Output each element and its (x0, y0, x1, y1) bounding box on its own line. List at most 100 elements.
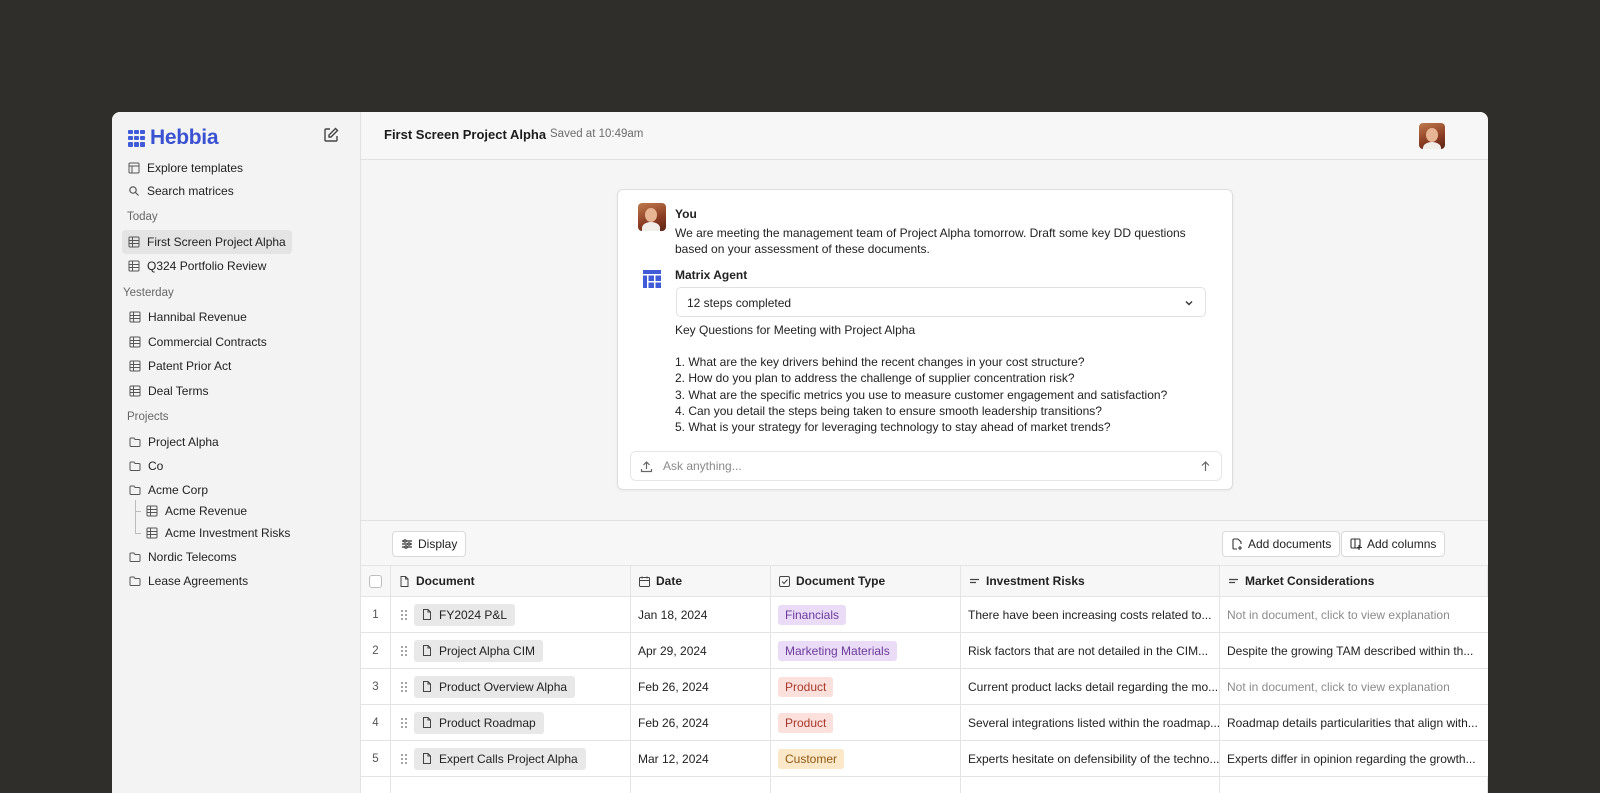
matrix-icon (128, 236, 140, 248)
drag-handle-icon[interactable] (400, 753, 408, 765)
market-considerations-cell[interactable]: Roadmap details particularities that ali… (1220, 705, 1488, 740)
sidebar-item-q324-portfolio-review[interactable]: Q324 Portfolio Review (122, 254, 272, 278)
document-chip[interactable]: Expert Calls Project Alpha (414, 747, 586, 770)
market-considerations-cell[interactable]: Not in document, click to view explanati… (1220, 597, 1488, 632)
document-type-cell[interactable]: Customer (771, 741, 961, 776)
sidebar-item-label: Acme Corp (148, 483, 209, 497)
date-cell[interactable]: Feb 26, 2024 (631, 669, 771, 704)
investment-risks-cell[interactable]: Current product lacks detail regarding t… (961, 669, 1220, 704)
answer-item: 2. How do you plan to address the challe… (675, 371, 1075, 386)
sidebar-item-acme-revenue[interactable]: Acme Revenue (140, 499, 253, 523)
document-type-cell[interactable]: Product (771, 705, 961, 740)
tree-connector (135, 500, 136, 533)
search-icon (129, 186, 139, 196)
row-number: 3 (361, 669, 391, 704)
sidebar-item-co[interactable]: Co (123, 454, 169, 478)
table-header-row: Document Date Document Type Investment Risk… (361, 565, 1488, 597)
document-type-cell[interactable]: Financials (771, 597, 961, 632)
drag-handle-icon[interactable] (400, 645, 408, 657)
drag-handle-icon[interactable] (400, 717, 408, 729)
drag-handle-icon[interactable] (400, 609, 408, 621)
sidebar-item-acme-investment-risks[interactable]: Acme Investment Risks (140, 521, 296, 545)
document-chip[interactable]: Product Roadmap (414, 711, 544, 734)
new-matrix-icon[interactable] (322, 126, 340, 144)
document-name: Product Roadmap (439, 715, 536, 730)
text-column-icon (1229, 578, 1238, 583)
folder-icon (129, 437, 141, 447)
matrix-icon (129, 385, 141, 397)
select-all-checkbox[interactable] (369, 574, 382, 588)
drag-handle-icon[interactable] (400, 681, 408, 693)
document-type-cell[interactable]: Product (771, 669, 961, 704)
empty-cell (961, 777, 1220, 793)
investment-risks-cell[interactable]: Risk factors that are not detailed in th… (961, 633, 1220, 668)
date-cell[interactable]: Feb 26, 2024 (631, 705, 771, 740)
ask-box (630, 451, 1222, 481)
column-header-market-considerations[interactable]: Market Considerations (1220, 566, 1488, 596)
table-row[interactable]: 1 FY2024 P&L Jan 18, 2024 Financials There h… (361, 597, 1488, 633)
add-documents-label: Add documents (1248, 537, 1332, 551)
column-header-label: Document (416, 574, 475, 588)
sidebar-item-label: Project Alpha (148, 435, 219, 449)
table-row[interactable] (361, 777, 1488, 793)
sidebar-item-commercial-contracts[interactable]: Commercial Contracts (123, 330, 273, 354)
sidebar-item-lease-agreements[interactable]: Lease Agreements (123, 569, 254, 593)
column-header-date[interactable]: Date (631, 566, 771, 596)
date-cell[interactable]: Mar 12, 2024 (631, 741, 771, 776)
add-column-icon (1350, 538, 1362, 550)
sidebar-section-today: Today (127, 211, 158, 223)
document-chip[interactable]: FY2024 P&L (414, 603, 516, 626)
empty-cell (631, 777, 771, 793)
sidebar-item-first-screen-project-alpha[interactable]: First Screen Project Alpha (122, 230, 292, 254)
agent-name: Matrix Agent (675, 268, 748, 282)
table-row[interactable]: 2 Project Alpha CIM Apr 29, 2024 Marketing … (361, 633, 1488, 669)
user-avatar[interactable] (1419, 123, 1445, 149)
document-icon (423, 681, 431, 692)
column-header-document-type[interactable]: Document Type (771, 566, 961, 596)
sidebar-item-search-matrices[interactable]: Search matrices (122, 179, 240, 203)
answer-item: 3. What are the specific metrics you use… (675, 387, 1168, 402)
investment-risks-cell[interactable]: There have been increasing costs related… (961, 597, 1220, 632)
document-chip[interactable]: Product Overview Alpha (414, 675, 576, 698)
market-considerations-cell[interactable]: Despite the growing TAM described within… (1220, 633, 1488, 668)
table-row[interactable]: 4 Product Roadmap Feb 26, 2024 Product Sever… (361, 705, 1488, 741)
checkbox-column-icon (779, 575, 790, 587)
document-chip[interactable]: Project Alpha CIM (414, 639, 544, 662)
investment-risks-cell[interactable]: Experts hesitate on defensibility of the… (961, 741, 1220, 776)
sidebar-item-label: Deal Terms (148, 384, 209, 398)
document-name: Expert Calls Project Alpha (439, 751, 578, 766)
column-header-document[interactable]: Document (391, 566, 631, 596)
market-considerations-cell[interactable]: Not in document, click to view explanati… (1220, 669, 1488, 704)
column-header-investment-risks[interactable]: Investment Risks (961, 566, 1220, 596)
empty-cell (361, 777, 391, 793)
sidebar-item-label: Commercial Contracts (148, 335, 267, 349)
document-type-cell[interactable]: Marketing Materials (771, 633, 961, 668)
sidebar-item-nordic-telecoms[interactable]: Nordic Telecoms (123, 545, 242, 569)
brand-logo[interactable]: Hebbia (128, 126, 219, 150)
chevron-down-icon (1185, 301, 1193, 306)
sidebar-item-hannibal-revenue[interactable]: Hannibal Revenue (123, 305, 253, 329)
sidebar-item-explore-templates[interactable]: Explore templates (122, 156, 249, 180)
matrix-icon (146, 527, 158, 539)
column-header-label: Date (656, 574, 683, 588)
investment-risks-cell[interactable]: Several integrations listed within the r… (961, 705, 1220, 740)
sidebar-item-deal-terms[interactable]: Deal Terms (123, 379, 214, 403)
add-document-icon (1232, 538, 1242, 550)
sidebar-item-patent-prior-act[interactable]: Patent Prior Act (123, 354, 237, 378)
date-cell[interactable]: Jan 18, 2024 (631, 597, 771, 632)
date-cell[interactable]: Apr 29, 2024 (631, 633, 771, 668)
add-documents-button[interactable]: Add documents (1222, 531, 1341, 557)
table-row[interactable]: 5 Expert Calls Project Alpha Mar 12, 2024 C… (361, 741, 1488, 777)
steps-dropdown[interactable]: 12 steps completed (676, 287, 1206, 317)
table-row[interactable]: 3 Product Overview Alpha Feb 26, 2024 Produ… (361, 669, 1488, 705)
sidebar-item-label: Q324 Portfolio Review (147, 259, 267, 273)
sidebar-item-project-alpha[interactable]: Project Alpha (123, 430, 225, 454)
display-button[interactable]: Display (392, 531, 467, 557)
upload-icon[interactable] (640, 460, 653, 473)
add-columns-button[interactable]: Add columns (1341, 531, 1446, 557)
market-considerations-cell[interactable]: Experts differ in opinion regarding the … (1220, 741, 1488, 776)
ask-input[interactable] (663, 452, 1183, 480)
chat-user-name: You (675, 207, 697, 221)
send-icon[interactable] (1199, 460, 1212, 473)
user-message-avatar (638, 203, 666, 231)
